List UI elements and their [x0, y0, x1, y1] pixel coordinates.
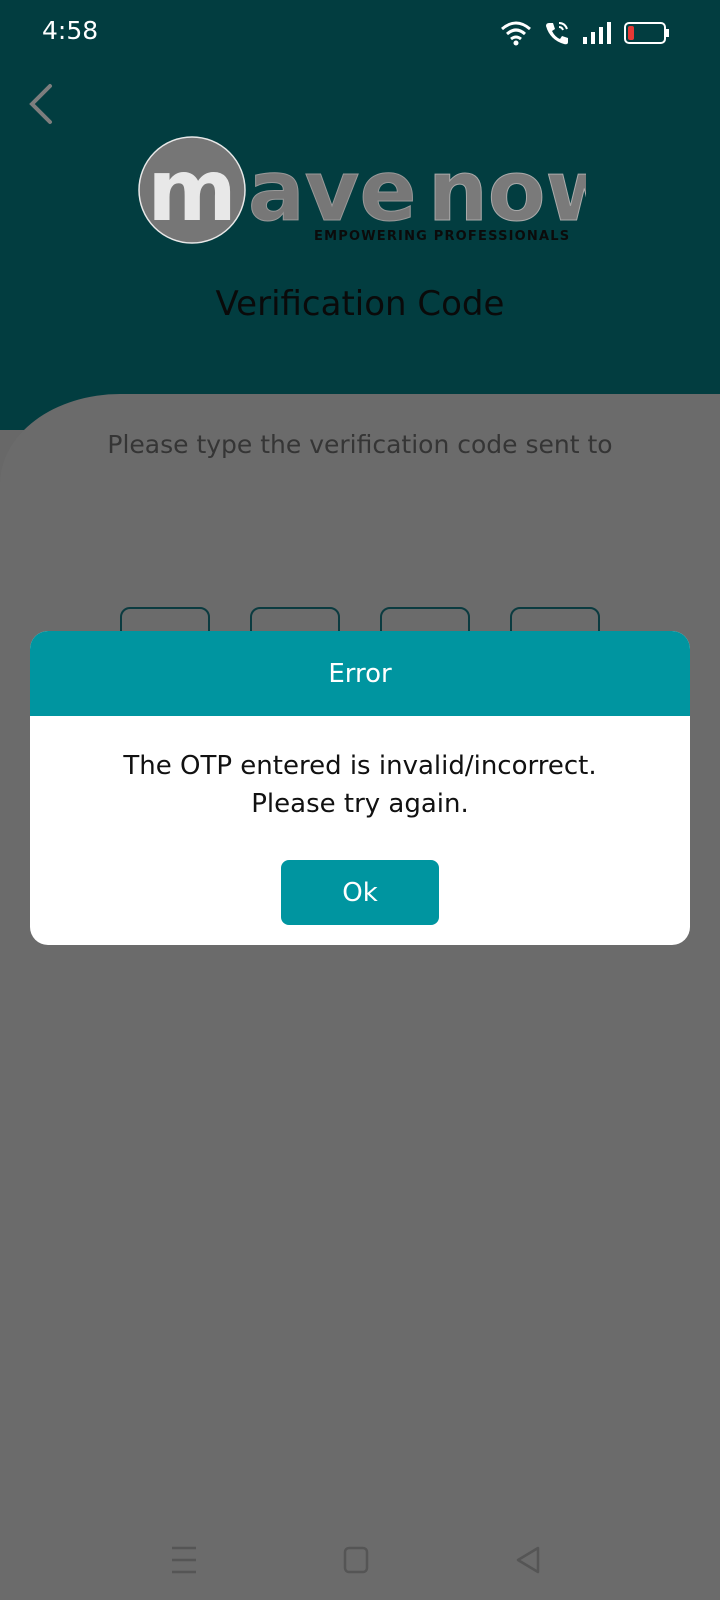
dialog-header: Error: [30, 631, 690, 716]
battery-low-icon: [624, 22, 669, 44]
back-icon[interactable]: [508, 1540, 548, 1580]
page-title: Verification Code: [215, 284, 505, 324]
content-card: [0, 394, 720, 1600]
signal-icon: [583, 22, 611, 44]
svg-text:now: now: [428, 142, 586, 240]
wifi-calling-icon: [546, 22, 568, 45]
instruction-text: Please type the verification code sent t…: [107, 430, 613, 459]
svg-text:EMPOWERING PROFESSIONALS: EMPOWERING PROFESSIONALS: [314, 229, 570, 244]
dialog-message: The OTP entered is invalid/incorrect. Pl…: [30, 747, 690, 823]
chevron-left-icon[interactable]: [22, 80, 62, 128]
dialog-title: Error: [328, 658, 392, 689]
mavenow-logo: m ave now EMPOWERING PROFESSIONALS: [138, 136, 624, 250]
svg-text:ave: ave: [248, 142, 416, 240]
status-time: 4:58: [42, 16, 99, 45]
error-dialog: Error The OTP entered is invalid/incorre…: [30, 631, 690, 945]
ok-button[interactable]: Ok: [281, 860, 439, 925]
dialog-message-line2: Please try again.: [251, 789, 469, 819]
status-bar: 4:58: [0, 0, 720, 64]
menu-icon[interactable]: [164, 1540, 204, 1580]
status-icons: [500, 18, 670, 48]
system-nav-bar: [0, 1520, 720, 1600]
home-icon[interactable]: [336, 1540, 376, 1580]
svg-text:m: m: [147, 141, 237, 241]
dialog-message-line1: The OTP entered is invalid/incorrect.: [123, 751, 597, 781]
wifi-icon: [501, 21, 531, 46]
header: 4:58 m ave now EMPOWERING PROFESSIONALS …: [0, 0, 720, 430]
